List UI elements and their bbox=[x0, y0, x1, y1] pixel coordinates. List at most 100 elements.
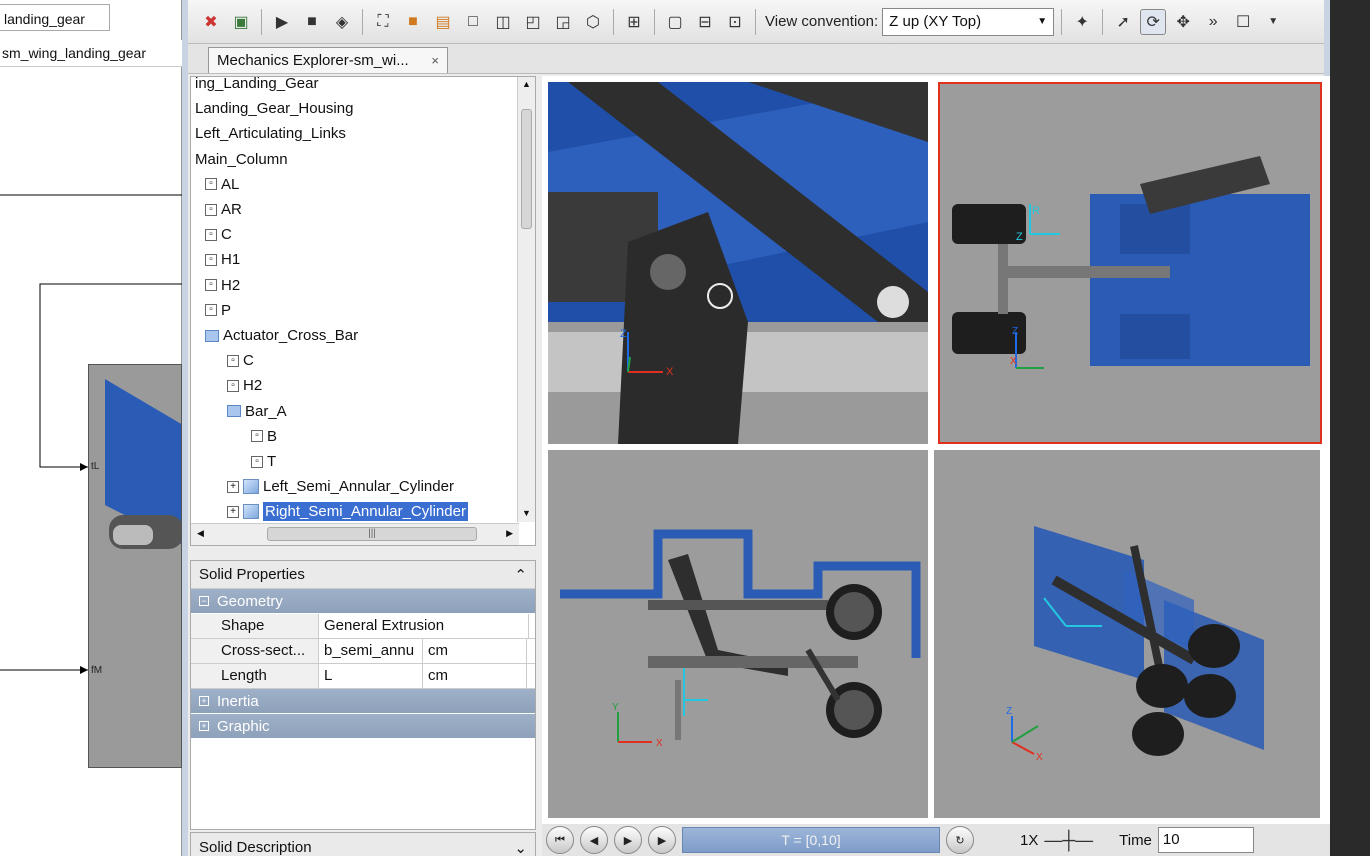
tree-item[interactable]: Landing_Gear_Housing bbox=[195, 96, 353, 121]
single-view-icon[interactable]: ▢ bbox=[662, 9, 688, 35]
rate-slider[interactable]: —┼— bbox=[1044, 830, 1093, 851]
toolbar-menu-icon[interactable]: ▼ bbox=[1260, 9, 1286, 35]
port-label-tl: tL bbox=[91, 461, 100, 472]
tree-item-label: AL bbox=[221, 175, 240, 193]
scroll-left-icon[interactable]: ◀ bbox=[197, 528, 204, 539]
tab-mechanics-explorer[interactable]: Mechanics Explorer-sm_wi... × bbox=[208, 47, 448, 73]
svg-text:Z: Z bbox=[1006, 706, 1012, 717]
svg-text:Y: Y bbox=[612, 702, 619, 713]
update-icon[interactable]: ◈ bbox=[329, 9, 355, 35]
port-frame-icon: ▫ bbox=[251, 430, 263, 443]
viewport-top-left[interactable]: Z X bbox=[548, 82, 928, 444]
tree-item[interactable]: Left_Articulating_Links bbox=[195, 121, 346, 146]
background-edge bbox=[1330, 0, 1370, 856]
split-vertical-icon[interactable]: ⊡ bbox=[722, 9, 748, 35]
view-top-icon[interactable]: ◰ bbox=[520, 9, 546, 35]
open-model-icon[interactable]: ▣ bbox=[228, 9, 254, 35]
viewport-top-right-active[interactable]: R Z Z X bbox=[938, 82, 1322, 444]
view-bottom-icon[interactable]: ◲ bbox=[550, 9, 576, 35]
mechanics-explorer-window: ✖ ▣ ▶ ■ ◈ ⛶ ■ ▤ □ ◫ ◰ ◲ ⬡ ⊞ ▢ ⊟ ⊡ View c… bbox=[182, 0, 1330, 856]
property-value[interactable]: General Extrusion bbox=[319, 614, 529, 638]
step-forward-icon[interactable]: ▶ bbox=[648, 826, 676, 854]
tree-item[interactable]: ▫ AL bbox=[205, 172, 239, 197]
fit-to-view-icon[interactable]: ⛶ bbox=[370, 9, 396, 35]
close-model-icon[interactable]: ✖ bbox=[198, 9, 224, 35]
toolbar: ✖ ▣ ▶ ■ ◈ ⛶ ■ ▤ □ ◫ ◰ ◲ ⬡ ⊞ ▢ ⊟ ⊡ View c… bbox=[188, 0, 1324, 44]
solid-description-header[interactable]: Solid Description ⌄ bbox=[190, 832, 536, 856]
expand-node-icon[interactable]: + bbox=[227, 505, 239, 518]
tree-item[interactable]: Bar_A bbox=[227, 399, 287, 424]
tree-item[interactable]: ing_Landing_Gear bbox=[195, 77, 318, 96]
tree-item[interactable]: Main_Column bbox=[195, 147, 288, 172]
svg-text:Z: Z bbox=[1012, 326, 1018, 337]
select-cursor-icon[interactable]: ➚ bbox=[1110, 9, 1136, 35]
time-slider[interactable]: T = [0,10] bbox=[682, 827, 940, 853]
step-back-icon[interactable]: ◀ bbox=[580, 826, 608, 854]
model-tree[interactable]: ing_Landing_Gear Landing_Gear_Housing Left… bbox=[190, 76, 536, 546]
graphic-section[interactable]: + Graphic bbox=[191, 714, 535, 739]
tree-vertical-scrollbar[interactable]: ▲ ▼ bbox=[517, 77, 535, 522]
view-right-icon[interactable]: ◫ bbox=[490, 9, 516, 35]
stop-icon[interactable]: ■ bbox=[299, 9, 325, 35]
tree-item[interactable]: + Right_Semi_Annular_Cylinder bbox=[227, 499, 468, 524]
view-convention-select[interactable]: Z up (XY Top) ▼ bbox=[882, 7, 1055, 36]
scroll-thumb[interactable]: ||| bbox=[267, 527, 477, 541]
property-value[interactable]: b_semi_annu bbox=[319, 639, 423, 663]
property-value[interactable]: L bbox=[319, 664, 423, 688]
split-view-icon[interactable]: ⊞ bbox=[621, 9, 647, 35]
section-title: Graphic bbox=[217, 717, 270, 735]
tree-horizontal-scrollbar[interactable]: ◀ ||| ▶ bbox=[191, 523, 519, 545]
close-icon[interactable]: × bbox=[431, 53, 439, 68]
view-left-icon[interactable]: □ bbox=[460, 9, 486, 35]
scroll-thumb[interactable] bbox=[521, 109, 532, 229]
tree-item[interactable]: ▫ H2 bbox=[205, 273, 240, 298]
property-unit[interactable]: cm bbox=[423, 664, 527, 688]
tree-item[interactable]: ▫ C bbox=[205, 222, 232, 247]
tree-item-label: Actuator_Cross_Bar bbox=[223, 327, 359, 344]
frame-node-icon bbox=[205, 329, 219, 342]
rotate-icon[interactable]: ⟳ bbox=[1140, 8, 1167, 35]
simulink-canvas[interactable]: landing_gear sm_wing_landing_gear tL fM bbox=[0, 0, 182, 856]
frame-toggle-icon[interactable]: ☐ bbox=[1230, 9, 1256, 35]
overflow-chevron-icon[interactable]: » bbox=[1200, 9, 1226, 35]
split-horizontal-icon[interactable]: ⊟ bbox=[692, 9, 718, 35]
inertia-section[interactable]: + Inertia bbox=[191, 689, 535, 714]
tree-item[interactable]: + Left_Semi_Annular_Cylinder bbox=[227, 474, 454, 499]
pan-icon[interactable]: ✥ bbox=[1170, 9, 1196, 35]
time-input[interactable]: 10 bbox=[1157, 827, 1254, 853]
tree-item[interactable]: ▫ AR bbox=[205, 197, 242, 222]
tree-item[interactable]: ▫ B bbox=[251, 424, 277, 449]
lighting-icon[interactable]: ✦ bbox=[1069, 9, 1095, 35]
expand-node-icon[interactable]: + bbox=[227, 480, 239, 493]
landing-gear-subsystem-block[interactable]: tL fM bbox=[88, 364, 182, 768]
tree-item-label: Bar_A bbox=[245, 402, 287, 420]
scroll-right-icon[interactable]: ▶ bbox=[506, 528, 513, 539]
tree-item[interactable]: ▫ C bbox=[227, 348, 254, 373]
svg-text:Z: Z bbox=[620, 328, 627, 340]
tree-item[interactable]: Actuator_Cross_Bar bbox=[205, 323, 358, 348]
play-icon[interactable]: ▶ bbox=[269, 9, 295, 35]
collapse-icon[interactable]: ⌃ bbox=[514, 566, 527, 584]
play-button-icon[interactable]: ▶ bbox=[614, 826, 642, 854]
port-frame-icon: ▫ bbox=[205, 178, 217, 191]
port-frame-icon: ▫ bbox=[227, 379, 239, 392]
scroll-down-icon[interactable]: ▼ bbox=[522, 508, 531, 518]
view-back-icon[interactable]: ▤ bbox=[430, 9, 456, 35]
loop-icon[interactable]: ↻ bbox=[946, 826, 974, 854]
solid-properties-header[interactable]: Solid Properties ⌃ bbox=[191, 561, 535, 589]
tree-item[interactable]: ▫ P bbox=[205, 298, 231, 323]
frame-node-icon bbox=[227, 405, 241, 418]
tree-item[interactable]: ▫ H1 bbox=[205, 247, 240, 272]
expand-plus-icon: + bbox=[199, 696, 209, 706]
expand-icon[interactable]: ⌄ bbox=[514, 839, 527, 856]
tree-item[interactable]: ▫ T bbox=[251, 449, 276, 474]
isometric-view-icon[interactable]: ⬡ bbox=[580, 9, 606, 35]
tree-item[interactable]: ▫ H2 bbox=[227, 373, 262, 398]
scroll-up-icon[interactable]: ▲ bbox=[522, 79, 531, 89]
skip-to-start-icon[interactable]: ⏮ bbox=[546, 826, 574, 854]
property-unit[interactable]: cm bbox=[423, 639, 527, 663]
view-front-icon[interactable]: ■ bbox=[400, 9, 426, 35]
geometry-section[interactable]: − Geometry bbox=[191, 589, 535, 614]
viewport-bottom-left[interactable]: Y X bbox=[548, 450, 928, 818]
viewport-bottom-right[interactable]: Z X bbox=[934, 450, 1320, 818]
